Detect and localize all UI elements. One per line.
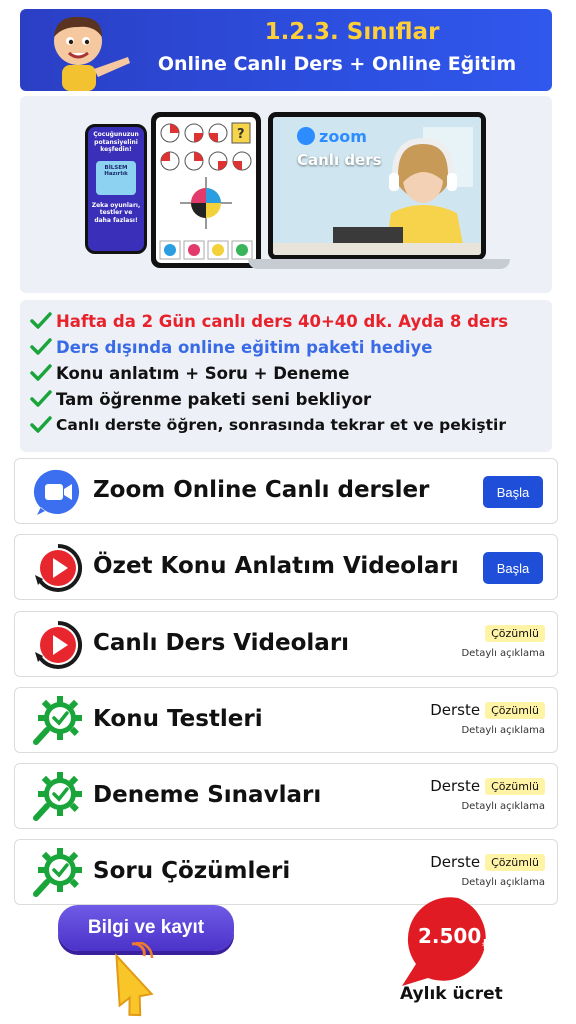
in-class-text: Derste [430, 777, 481, 795]
price-value: 2.500 [418, 924, 482, 948]
svg-text:?: ? [237, 127, 245, 142]
detail-text: Detaylı açıklama [461, 725, 545, 736]
start-button[interactable]: Başla [483, 476, 543, 508]
pointer-cursor-icon [115, 942, 154, 1017]
feature-item: Ders dışında online eğitim paketi hediye [30, 334, 542, 360]
card-status: Derste Çözümlü Detaylı açıklama [430, 853, 545, 888]
feature-text: Hafta da 2 Gün canlı ders 40+40 dk. Ayda… [56, 311, 509, 331]
card-label: Özet Konu Anlatım Videoları [93, 553, 459, 579]
price-amount: 2.500₺ [418, 924, 491, 953]
feature-item: Tam öğrenme paketi seni bekliyor [30, 386, 542, 412]
play-icon [35, 543, 83, 592]
gear-check-icon [33, 772, 82, 821]
card-label: Soru Çözümleri [93, 858, 291, 884]
solved-badge: Çözümlü [485, 625, 545, 642]
check-icon [30, 312, 52, 329]
card-label: Deneme Sınavları [93, 782, 322, 808]
card-label: Canlı Ders Videoları [93, 630, 350, 656]
detail-text: Detaylı açıklama [461, 648, 545, 659]
start-button[interactable]: Başla [483, 552, 543, 584]
price-label: Aylık ücret [400, 984, 503, 1004]
feature-text: Ders dışında online eğitim paketi hediye [56, 337, 433, 357]
currency-symbol: ₺ [482, 938, 492, 953]
zoom-logo: zoom [297, 127, 367, 146]
header-subtitle: Online Canlı Ders + Online Eğitim [157, 53, 517, 75]
feature-list: Hafta da 2 Gün canlı ders 40+40 dk. Ayda… [20, 300, 552, 452]
zoom-icon [33, 469, 80, 515]
kid-mascot-icon [54, 16, 130, 91]
card-status: Çözümlü Detaylı açıklama [461, 625, 545, 659]
phone-card: BİLSEM Hazırlık [96, 160, 136, 195]
card-topic-tests[interactable]: Konu Testleri Derste Çözümlü Detaylı açık… [14, 687, 558, 753]
canli-ders-label: Canlı ders [297, 151, 382, 169]
check-icon [30, 390, 52, 407]
detail-text: Detaylı açıklama [461, 877, 545, 888]
card-mock-exams[interactable]: Deneme Sınavları Derste Çözümlü Detaylı a… [14, 763, 558, 829]
tablet-screen: ? [156, 117, 256, 263]
phone-mockup: Çocuğunuzun potansiyelini keşfedin! BİLS… [85, 124, 147, 254]
feature-text: Canlı derste öğren, sonrasında tekrar et… [56, 416, 506, 434]
zoom-label: zoom [319, 127, 367, 146]
feature-text: Konu anlatım + Soru + Deneme [56, 363, 350, 383]
phone-headline: Çocuğunuzun potansiyelini keşfedin! [93, 131, 139, 153]
hero-devices: Çocuğunuzun potansiyelini keşfedin! BİLS… [20, 96, 552, 293]
card-summary-videos[interactable]: Özet Konu Anlatım Videoları Başla [14, 534, 558, 600]
laptop-screen: zoom Canlı ders [273, 117, 481, 255]
solved-badge: Çözümlü [485, 853, 545, 871]
phone-card-label: BİLSEM Hazırlık [104, 164, 128, 178]
detail-text: Detaylı açıklama [461, 801, 545, 812]
gear-check-icon [33, 848, 82, 897]
feature-item: Hafta da 2 Gün canlı ders 40+40 dk. Ayda… [30, 308, 542, 334]
solved-badge: Çözümlü [485, 777, 545, 795]
card-label: Zoom Online Canlı dersler [93, 477, 430, 503]
puzzle-icon: ? [159, 122, 253, 260]
in-class-text: Derste [430, 701, 481, 719]
laptop-base [248, 259, 510, 269]
tablet-mockup: ? [151, 112, 261, 268]
check-icon [30, 338, 52, 355]
solved-badge: Çözümlü [485, 701, 545, 719]
card-status: Derste Çözümlü Detaylı açıklama [430, 701, 545, 736]
card-zoom-live[interactable]: Zoom Online Canlı dersler Başla [14, 458, 558, 524]
phone-subtext: Zeka oyunları, testler ve daha fazlası! [91, 201, 141, 224]
header-title: 1.2.3. Sınıflar [264, 19, 440, 45]
in-class-text: Derste [430, 853, 481, 871]
card-status: Derste Çözümlü Detaylı açıklama [430, 777, 545, 812]
feature-item: Konu anlatım + Soru + Deneme [30, 360, 542, 386]
play-icon [35, 620, 83, 669]
laptop-mockup: zoom Canlı ders [268, 112, 486, 260]
feature-item: Canlı derste öğren, sonrasında tekrar et… [30, 412, 542, 438]
check-icon [30, 416, 52, 433]
header-banner: 1.2.3. Sınıflar Online Canlı Ders + Onli… [20, 9, 552, 91]
feature-text: Tam öğrenme paketi seni bekliyor [56, 389, 372, 409]
check-icon [30, 364, 52, 381]
gear-check-icon [33, 696, 82, 745]
card-label: Konu Testleri [93, 706, 263, 732]
card-live-videos[interactable]: Canlı Ders Videoları Çözümlü Detaylı açı… [14, 611, 558, 677]
zoom-dot-icon [297, 127, 315, 145]
